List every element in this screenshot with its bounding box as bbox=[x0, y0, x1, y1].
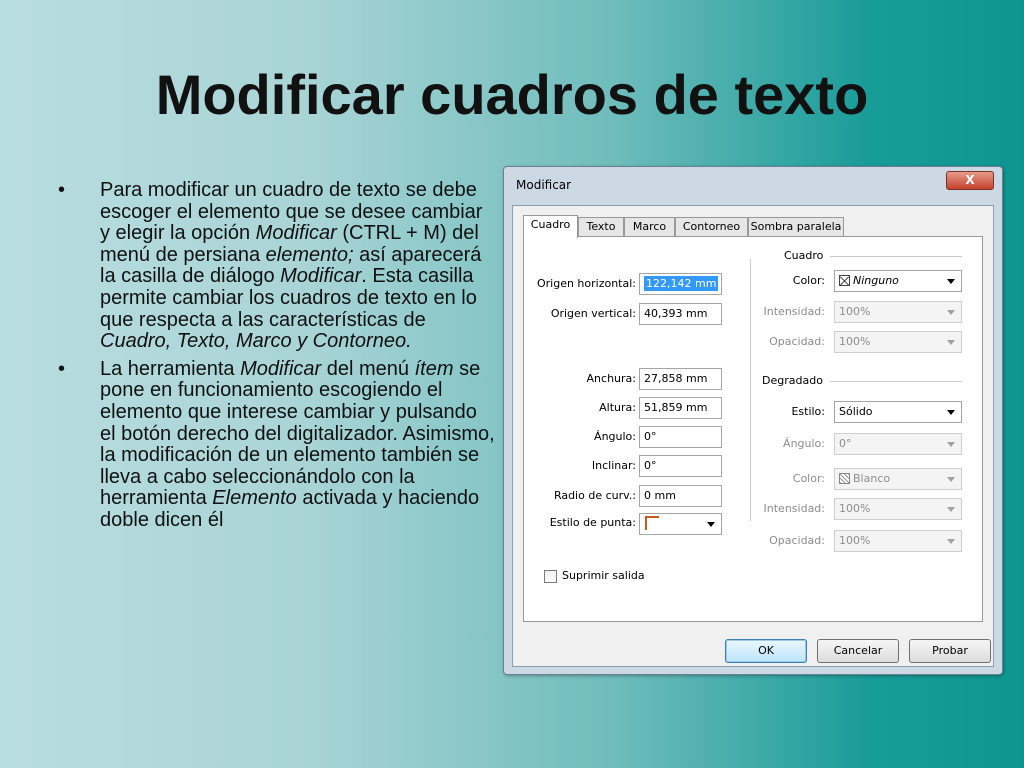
origen-horizontal-label: Origen horizontal: bbox=[536, 277, 636, 290]
dialog-titlebar[interactable]: Modificar X bbox=[504, 167, 1002, 205]
tab-cuadro[interactable]: Cuadro bbox=[523, 215, 578, 238]
inclinar-label: Inclinar: bbox=[591, 459, 636, 472]
white-swatch-icon bbox=[839, 473, 850, 484]
origen-horizontal-value: 122,142 mm bbox=[644, 276, 719, 291]
tab-sombra-paralela[interactable]: Sombra paralela bbox=[748, 217, 844, 237]
degradado-color-label: Color: bbox=[792, 472, 825, 485]
bullet2-text-2: del menú bbox=[321, 357, 415, 380]
dialog-title: Modificar bbox=[516, 178, 572, 192]
bullet2-italic-3: Elemento bbox=[212, 487, 297, 510]
cuadro-color-value: Ninguno bbox=[853, 274, 899, 287]
tab-texto[interactable]: Texto bbox=[578, 217, 624, 237]
bullet2-italic-1: Modificar bbox=[240, 357, 322, 380]
column-divider bbox=[750, 259, 751, 521]
degradado-color-combo[interactable]: Blanco bbox=[834, 468, 962, 490]
cuadro-opacidad-combo[interactable]: 100% bbox=[834, 331, 962, 353]
cancel-button[interactable]: Cancelar bbox=[817, 639, 899, 663]
origen-vertical-label: Origen vertical: bbox=[550, 307, 636, 320]
degradado-estilo-combo[interactable]: Sólido bbox=[834, 401, 962, 423]
slide-title: Modificar cuadros de texto bbox=[155, 63, 869, 126]
angulo-label: Ángulo: bbox=[594, 430, 636, 443]
origen-vertical-field[interactable]: 40,393 mm bbox=[639, 303, 722, 325]
cuadro-group-title: Cuadro bbox=[784, 249, 824, 262]
chevron-down-icon bbox=[947, 442, 955, 447]
bullet-list: • Para modificar un cuadro de texto se d… bbox=[56, 179, 496, 538]
bullet1-italic-4: Cuadro, Texto, Marco y Contorneo. bbox=[100, 330, 412, 353]
degradado-color-value: Blanco bbox=[853, 472, 891, 485]
chevron-down-icon bbox=[947, 507, 955, 512]
bullet2-text-1: La herramienta bbox=[100, 357, 241, 380]
chevron-down-icon bbox=[947, 477, 955, 482]
ok-button[interactable]: OK bbox=[725, 639, 807, 663]
altura-field[interactable]: 51,859 mm bbox=[639, 397, 722, 419]
degradado-opacidad-value: 100% bbox=[839, 534, 871, 547]
degradado-group-line bbox=[830, 381, 962, 382]
degradado-estilo-label: Estilo: bbox=[791, 405, 825, 418]
chevron-down-icon bbox=[947, 279, 955, 284]
cuadro-intensidad-combo[interactable]: 100% bbox=[834, 301, 962, 323]
degradado-opacidad-combo[interactable]: 100% bbox=[834, 530, 962, 552]
bullet2-italic-2: ítem bbox=[414, 357, 454, 380]
estilo-punta-combo[interactable] bbox=[639, 513, 722, 535]
suprimir-salida-checkbox[interactable] bbox=[544, 570, 557, 583]
chevron-down-icon bbox=[707, 522, 715, 527]
degradado-angulo-label: Ángulo: bbox=[783, 437, 825, 450]
bullet-item-1: • Para modificar un cuadro de texto se d… bbox=[56, 179, 496, 353]
chevron-down-icon bbox=[947, 410, 955, 415]
degradado-intensidad-value: 100% bbox=[839, 502, 871, 515]
estilo-punta-label: Estilo de punta: bbox=[549, 516, 636, 529]
anchura-label: Anchura: bbox=[586, 372, 636, 385]
altura-label: Altura: bbox=[599, 401, 636, 414]
degradado-intensidad-label: Intensidad: bbox=[763, 502, 825, 515]
cuadro-color-combo[interactable]: Ninguno bbox=[834, 270, 962, 292]
tab-panel-cuadro: Origen horizontal: 122,142 mm Origen ver… bbox=[523, 236, 983, 622]
degradado-angulo-value: 0° bbox=[839, 437, 852, 450]
bullet1-italic-2: elemento; bbox=[265, 243, 354, 266]
corner-style-icon bbox=[645, 516, 659, 530]
cuadro-color-label: Color: bbox=[792, 274, 825, 287]
tab-contorneo[interactable]: Contorneo bbox=[675, 217, 748, 237]
inclinar-field[interactable]: 0° bbox=[639, 455, 722, 477]
bullet1-italic-3: Modificar bbox=[280, 265, 362, 288]
cuadro-intensidad-label: Intensidad: bbox=[763, 305, 825, 318]
close-icon: X bbox=[965, 173, 975, 187]
chevron-down-icon bbox=[947, 539, 955, 544]
modificar-dialog: Modificar X Cuadro Texto Marco Contorneo… bbox=[503, 166, 1003, 675]
cuadro-group-line bbox=[830, 256, 962, 257]
suprimir-salida-label: Suprimir salida bbox=[562, 569, 645, 582]
angulo-field[interactable]: 0° bbox=[639, 426, 722, 448]
degradado-angulo-combo[interactable]: 0° bbox=[834, 433, 962, 455]
radio-curv-field[interactable]: 0 mm bbox=[639, 485, 722, 507]
no-fill-swatch-icon bbox=[839, 275, 850, 286]
close-button[interactable]: X bbox=[946, 171, 994, 190]
cuadro-intensidad-value: 100% bbox=[839, 305, 871, 318]
cuadro-opacidad-label: Opacidad: bbox=[769, 335, 825, 348]
degradado-intensidad-combo[interactable]: 100% bbox=[834, 498, 962, 520]
anchura-field[interactable]: 27,858 mm bbox=[639, 368, 722, 390]
bullet-dot: • bbox=[58, 357, 66, 380]
tab-marco[interactable]: Marco bbox=[624, 217, 675, 237]
cuadro-opacidad-value: 100% bbox=[839, 335, 871, 348]
chevron-down-icon bbox=[947, 310, 955, 315]
bullet1-italic-1: Modificar bbox=[255, 222, 337, 245]
chevron-down-icon bbox=[947, 340, 955, 345]
try-button[interactable]: Probar bbox=[909, 639, 991, 663]
degradado-estilo-value: Sólido bbox=[839, 405, 873, 418]
degradado-opacidad-label: Opacidad: bbox=[769, 534, 825, 547]
radio-curv-label: Radio de curv.: bbox=[553, 489, 636, 502]
degradado-group-title: Degradado bbox=[762, 374, 823, 387]
bullet-dot: • bbox=[58, 179, 66, 201]
bullet-item-2: • La herramienta Modificar del menú ítem… bbox=[56, 357, 496, 532]
origen-horizontal-field[interactable]: 122,142 mm bbox=[639, 273, 722, 295]
dialog-client: Cuadro Texto Marco Contorneo Sombra para… bbox=[512, 205, 994, 667]
